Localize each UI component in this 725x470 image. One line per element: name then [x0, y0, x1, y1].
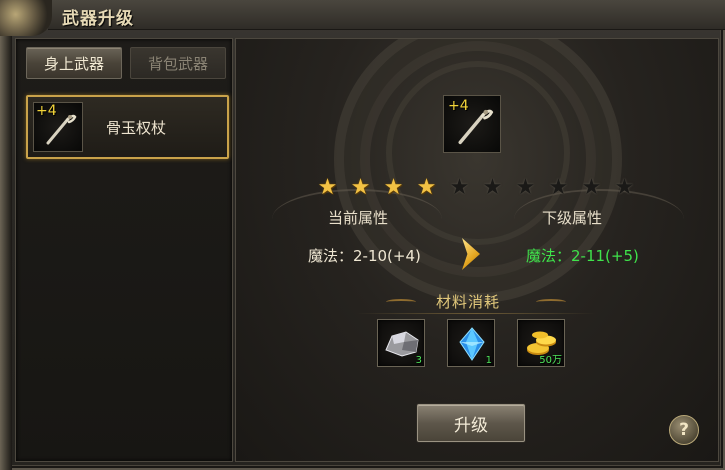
weapon-list-item[interactable]: +4 骨玉权杖: [26, 95, 229, 159]
star-empty-icon: ★: [449, 175, 470, 200]
tab-equipped-weapons[interactable]: 身上武器: [26, 47, 122, 79]
window-title: 武器升级: [62, 9, 134, 29]
current-attribute-value: 魔法：2-10(+4): [308, 247, 421, 265]
help-button[interactable]: ?: [669, 415, 699, 445]
weapon-list-panel: 身上武器 背包武器 +4 骨玉权杖: [15, 38, 233, 462]
materials-divider: [356, 313, 596, 314]
star-empty-icon: ★: [581, 175, 602, 200]
star-filled-icon: ★: [383, 175, 404, 200]
star-rating: ★ ★ ★ ★ ★ ★ ★ ★ ★ ★: [315, 176, 637, 200]
material-slot-ore[interactable]: 3: [377, 319, 425, 367]
materials-banner: 材料消耗: [386, 291, 566, 313]
corner-ornament-icon: [0, 0, 52, 36]
material-slot-gold[interactable]: 50万: [517, 319, 565, 367]
weapon-plus-label: +4: [36, 103, 57, 119]
material-count: 1: [485, 355, 492, 366]
weapon-name: 骨玉权杖: [106, 119, 167, 137]
upgrade-panel: +4 ★ ★ ★ ★ ★ ★ ★ ★ ★ ★ 当前属性 下级属性 魔法：2-10(+4) 魔法：2…: [235, 38, 719, 462]
title-bar: [48, 0, 725, 30]
star-empty-icon: ★: [614, 175, 635, 200]
star-filled-icon: ★: [416, 175, 437, 200]
materials-title: 材料消耗: [436, 293, 501, 311]
star-empty-icon: ★: [482, 175, 503, 200]
ornament-left-icon: [386, 299, 416, 305]
star-filled-icon: ★: [317, 175, 338, 200]
tab-bag-weapons[interactable]: 背包武器: [130, 47, 226, 79]
star-filled-icon: ★: [350, 175, 371, 200]
material-count: 3: [415, 355, 422, 366]
next-attributes-heading: 下级属性: [542, 209, 603, 227]
material-slot-crystal[interactable]: 1: [447, 319, 495, 367]
material-count: 50万: [539, 355, 562, 366]
preview-weapon-slot: +4: [443, 95, 501, 153]
weapon-item-slot: +4: [33, 102, 83, 152]
next-attribute-value: 魔法：2-11(+5): [526, 247, 639, 265]
preview-plus-label: +4: [448, 98, 469, 114]
star-empty-icon: ★: [515, 175, 536, 200]
current-attributes-heading: 当前属性: [328, 209, 389, 227]
left-edge-ornament: [0, 30, 12, 470]
ornament-right-icon: [536, 299, 566, 305]
upgrade-button[interactable]: 升级: [417, 404, 525, 442]
star-empty-icon: ★: [548, 175, 569, 200]
